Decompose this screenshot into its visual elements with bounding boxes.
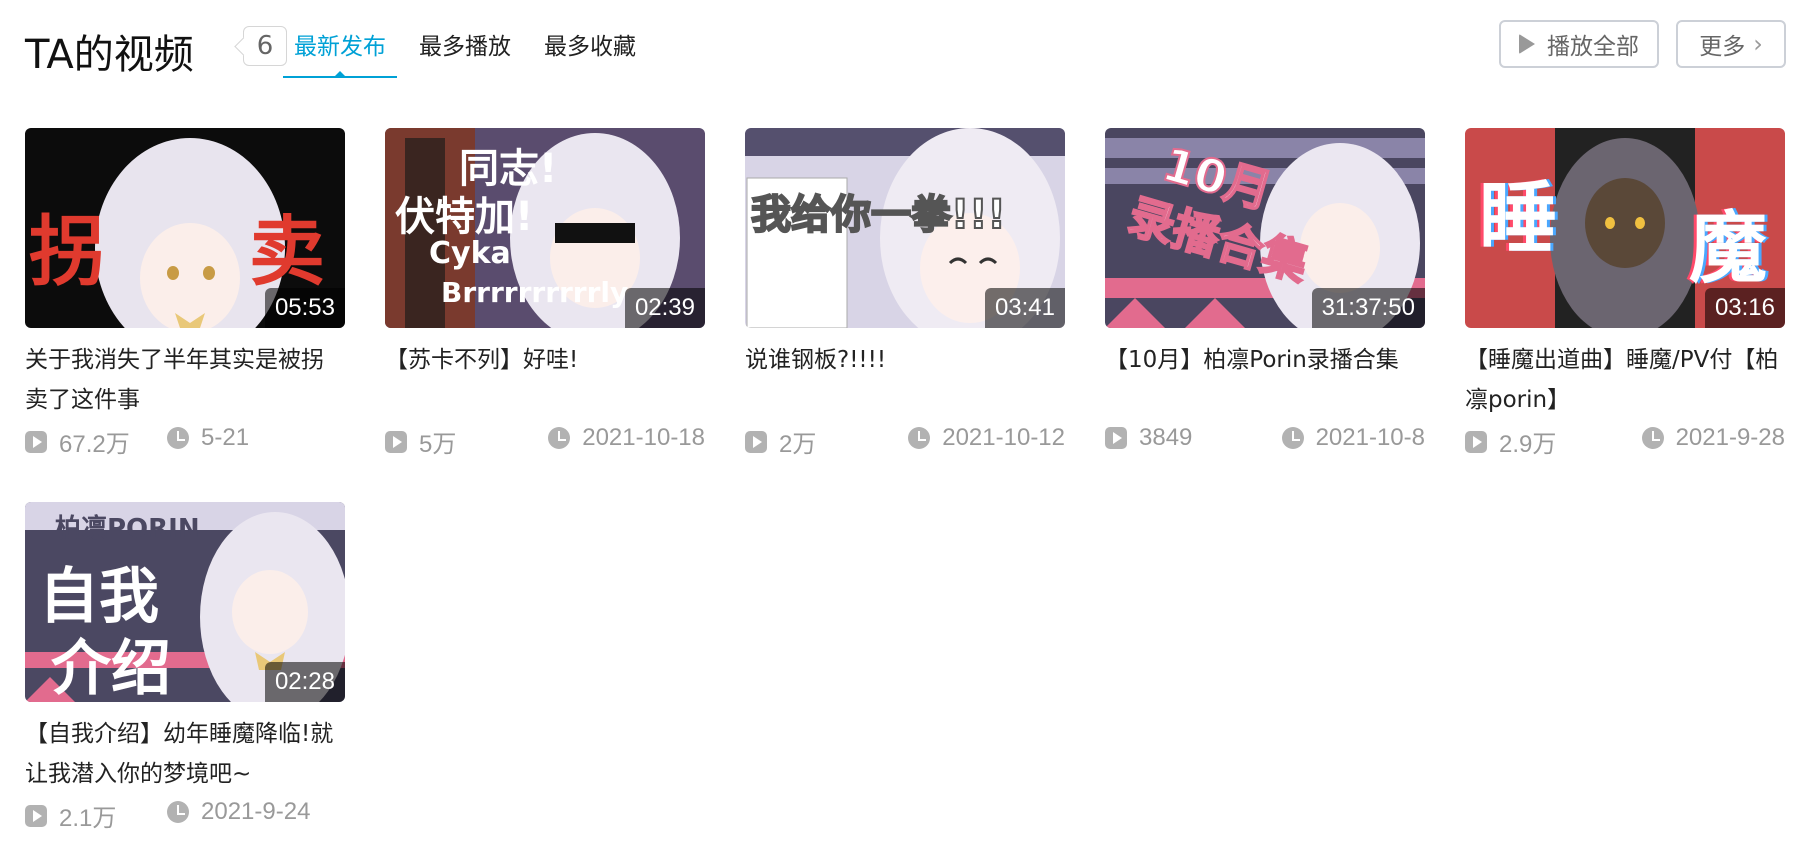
play-count-icon xyxy=(25,430,47,453)
play-count: 3849 xyxy=(1105,424,1192,452)
video-title[interactable]: 说谁钢板?!!!! xyxy=(745,340,1065,380)
video-thumbnail[interactable]: 10月 录播合集 31:37:50 xyxy=(1105,128,1425,328)
play-count-value: 2万 xyxy=(779,431,817,458)
publish-date-value: 2021-9-28 xyxy=(1675,424,1785,451)
thumbnail-caption: Brrrrrrrrrrly xyxy=(441,276,629,309)
video-card: 我给你一拳!!! 03:41 说谁钢板?!!!! 2万 2021-10-12 xyxy=(745,128,1065,458)
video-meta: 5万 2021-10-18 xyxy=(385,424,705,458)
video-duration: 02:28 xyxy=(264,662,345,702)
video-card: 10月 录播合集 31:37:50 【10月】柏凛Porin录播合集 3849 … xyxy=(1105,128,1425,458)
play-all-label: 播放全部 xyxy=(1547,34,1639,60)
clock-icon xyxy=(548,427,571,449)
clock-icon xyxy=(167,427,189,449)
thumbnail-caption: 柏凛PORIN xyxy=(55,514,200,544)
thumbnail-caption: 介绍 xyxy=(51,634,171,702)
video-thumbnail[interactable]: 同志! 伏特加! Cyka Brrrrrrrrrrly 02:39 xyxy=(385,128,705,328)
video-title[interactable]: 【10月】柏凛Porin录播合集 xyxy=(1105,340,1425,380)
video-title[interactable]: 关于我消失了半年其实是被拐卖了这件事 xyxy=(25,340,345,420)
tab-most-favorited[interactable]: 最多收藏 xyxy=(533,18,647,78)
video-meta: 3849 2021-10-8 xyxy=(1105,424,1425,458)
video-section-header: TA的视频 6 最新发布 最多播放 最多收藏 播放全部 更多 › xyxy=(25,18,1786,78)
thumbnail-caption: 我给你一拳!!! xyxy=(750,191,1007,239)
video-title[interactable]: 【苏卡不列】好哇! xyxy=(385,340,705,380)
play-count-value: 5万 xyxy=(419,431,457,458)
video-duration: 05:53 xyxy=(264,288,345,328)
play-count-icon xyxy=(25,804,47,827)
publish-date-value: 5-21 xyxy=(201,424,250,451)
more-label: 更多 xyxy=(1699,34,1746,60)
publish-date: 2021-9-24 xyxy=(167,798,310,826)
thumbnail-caption: 拐 xyxy=(29,207,105,296)
video-card: 拐 卖 05:53 关于我消失了半年其实是被拐卖了这件事 67.2万 5-21 xyxy=(25,128,345,458)
video-duration: 02:39 xyxy=(624,288,705,328)
video-title[interactable]: 【睡魔出道曲】睡魔/PV付【柏凛porin】 xyxy=(1465,340,1785,420)
clock-icon xyxy=(908,427,931,449)
play-count-icon xyxy=(745,430,767,453)
tab-most-played[interactable]: 最多播放 xyxy=(408,18,522,78)
publish-date: 2021-10-8 xyxy=(1281,424,1425,452)
play-count-value: 3849 xyxy=(1139,424,1193,451)
video-duration: 03:16 xyxy=(1704,288,1785,328)
thumbnail-caption: 魔 xyxy=(1689,204,1768,294)
video-thumbnail[interactable]: 睡 魔 03:16 xyxy=(1465,128,1785,328)
play-count-value: 2.1万 xyxy=(59,805,117,832)
play-count-icon xyxy=(1105,427,1127,449)
video-thumbnail[interactable]: 拐 卖 05:53 xyxy=(25,128,345,328)
clock-icon xyxy=(1281,427,1304,449)
play-icon xyxy=(1519,34,1535,54)
more-button[interactable]: 更多 › xyxy=(1676,20,1786,68)
play-count-value: 67.2万 xyxy=(59,431,130,458)
thumbnail-caption: 睡 xyxy=(1479,174,1558,264)
play-count-icon xyxy=(1465,430,1487,453)
play-count: 2万 xyxy=(745,424,816,459)
clock-icon xyxy=(167,801,189,823)
publish-date: 5-21 xyxy=(167,424,249,452)
play-count: 5万 xyxy=(385,424,456,459)
clock-icon xyxy=(1641,427,1664,449)
video-card: 柏凛PORIN 自我 介绍 02:28 【自我介绍】幼年睡魔降临!就让我潜入你的… xyxy=(25,502,345,832)
video-meta: 67.2万 5-21 xyxy=(25,424,345,458)
play-count: 67.2万 xyxy=(25,424,130,459)
publish-date: 2021-10-18 xyxy=(548,424,705,452)
video-meta: 2万 2021-10-12 xyxy=(745,424,1065,458)
play-count-icon xyxy=(385,430,407,453)
chevron-right-icon: › xyxy=(1753,30,1763,58)
video-thumbnail[interactable]: 柏凛PORIN 自我 介绍 02:28 xyxy=(25,502,345,702)
section-title: TA的视频 xyxy=(25,32,194,78)
publish-date-value: 2021-9-24 xyxy=(201,798,311,825)
play-all-button[interactable]: 播放全部 xyxy=(1499,20,1659,68)
video-count-badge: 6 xyxy=(243,26,287,66)
play-count-value: 2.9万 xyxy=(1499,431,1557,458)
publish-date-value: 2021-10-8 xyxy=(1315,424,1425,451)
video-meta: 2.9万 2021-9-28 xyxy=(1465,424,1785,458)
tab-latest[interactable]: 最新发布 xyxy=(283,18,397,78)
publish-date-value: 2021-10-18 xyxy=(582,424,705,451)
publish-date: 2021-9-28 xyxy=(1641,424,1785,452)
video-title[interactable]: 【自我介绍】幼年睡魔降临!就让我潜入你的梦境吧~ xyxy=(25,714,345,794)
video-duration: 03:41 xyxy=(984,288,1065,328)
publish-date-value: 2021-10-12 xyxy=(942,424,1065,451)
thumbnail-caption: 卖 xyxy=(249,207,325,296)
thumbnail-caption: 伏特加! xyxy=(395,194,534,240)
thumbnail-caption: Cyka xyxy=(429,236,511,271)
sort-tabs: 最新发布 最多播放 最多收藏 xyxy=(283,18,658,78)
play-count: 2.1万 xyxy=(25,798,116,833)
video-card: 同志! 伏特加! Cyka Brrrrrrrrrrly 02:39 【苏卡不列】… xyxy=(385,128,705,458)
video-duration: 31:37:50 xyxy=(1311,288,1425,328)
publish-date: 2021-10-12 xyxy=(908,424,1065,452)
video-thumbnail[interactable]: 我给你一拳!!! 03:41 xyxy=(745,128,1065,328)
video-card: 睡 魔 03:16 【睡魔出道曲】睡魔/PV付【柏凛porin】 2.9万 20… xyxy=(1465,128,1785,458)
play-count: 2.9万 xyxy=(1465,424,1556,459)
video-meta: 2.1万 2021-9-24 xyxy=(25,798,345,832)
